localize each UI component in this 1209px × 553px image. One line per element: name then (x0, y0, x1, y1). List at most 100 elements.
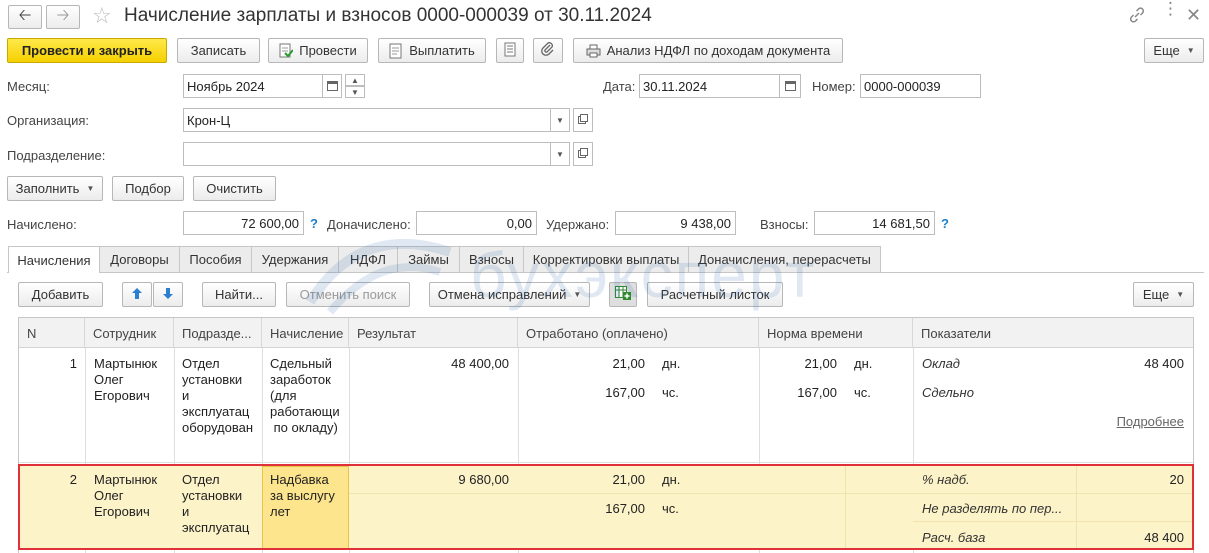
col-header-result[interactable]: Результат (349, 318, 518, 348)
department-line: Отдел (182, 356, 220, 371)
norm-days-unit: дн. (854, 356, 873, 371)
move-down-button[interactable] (153, 282, 183, 307)
caret-down-icon: ▼ (351, 87, 359, 97)
date-label: Дата: (603, 79, 636, 94)
post-document-icon (279, 43, 294, 59)
col-header-accrual[interactable]: Начисление (262, 318, 349, 348)
close-icon[interactable]: ✕ (1186, 5, 1201, 26)
month-up-button[interactable]: ▲ (345, 74, 365, 86)
withheld-label: Удержано: (546, 217, 610, 232)
tab-loans[interactable]: Займы (397, 246, 460, 272)
arrow-up-icon (131, 287, 143, 303)
cancel-corrections-button[interactable]: Отмена исправлений ▼ (429, 282, 590, 307)
department-label: Подразделение: (7, 148, 106, 163)
number-label: Номер: (812, 79, 856, 94)
arrow-down-icon (162, 287, 174, 303)
department-field[interactable] (183, 142, 551, 166)
more-details-link[interactable]: Подробнее (1080, 414, 1184, 430)
indicator-value: 48 400 (1144, 356, 1184, 371)
chevron-down-icon: ▼ (556, 115, 564, 125)
link-icon[interactable] (1128, 6, 1146, 24)
accrued-label: Начислено: (7, 217, 77, 232)
printer-icon (586, 44, 601, 58)
post-button[interactable]: Провести (268, 38, 368, 63)
col-header-employee[interactable]: Сотрудник (85, 318, 174, 348)
columns-settings-button[interactable] (609, 282, 637, 307)
accrual-line: заработок (270, 372, 331, 387)
accrual-line: Сдельный (270, 356, 332, 371)
list-icon (504, 42, 516, 60)
norm-hours-value: 167,00 (797, 385, 837, 400)
paperclip-icon (541, 42, 555, 59)
month-down-button[interactable]: ▼ (345, 86, 365, 98)
move-up-button[interactable] (122, 282, 152, 307)
worked-hours-value: 167,00 (605, 385, 645, 400)
select-button[interactable]: Подбор (112, 176, 184, 201)
row-number: 1 (69, 356, 77, 371)
accrual-line: работающи (270, 404, 340, 419)
col-header-department[interactable]: Подразде... (174, 318, 262, 348)
extra-accrued-field[interactable]: 0,00 (416, 211, 537, 235)
tab-accruals[interactable]: Начисления (8, 246, 100, 273)
more-actions-button[interactable]: Еще ▼ (1144, 38, 1204, 63)
accrued-field[interactable]: 72 600,00 (183, 211, 304, 235)
row-separator (19, 462, 1193, 463)
date-field[interactable]: 30.11.2024 (639, 74, 780, 98)
month-field[interactable]: Ноябрь 2024 (183, 74, 323, 98)
employee-line: Олег (94, 372, 124, 387)
chevron-down-icon: ▼ (1186, 46, 1195, 55)
back-button[interactable]: 🡠 (8, 5, 42, 29)
department-dropdown-button[interactable]: ▼ (550, 142, 570, 166)
organization-field[interactable]: Крон-Ц (183, 108, 551, 132)
organization-open-button[interactable] (573, 108, 593, 132)
forward-button[interactable]: 🡢 (46, 5, 80, 29)
post-and-close-button[interactable]: Провести и закрыть (7, 38, 167, 63)
organization-label: Организация: (7, 113, 90, 128)
save-button[interactable]: Записать (177, 38, 260, 63)
tab-payment-corrections[interactable]: Корректировки выплаты (523, 246, 689, 272)
number-field[interactable]: 0000-000039 (860, 74, 981, 98)
chevron-down-icon: ▼ (86, 184, 95, 193)
department-line: эксплуатац (182, 404, 250, 419)
tab-contracts[interactable]: Договоры (99, 246, 180, 272)
norm-hours-unit: чс. (854, 385, 871, 400)
fill-button[interactable]: Заполнить ▼ (7, 176, 103, 201)
contributions-field[interactable]: 14 681,50 (814, 211, 935, 235)
chevron-down-icon: ▼ (573, 290, 582, 299)
department-open-button[interactable] (573, 142, 593, 166)
chevron-down-icon: ▼ (1176, 290, 1185, 299)
col-header-worked[interactable]: Отработано (оплачено) (518, 318, 759, 348)
payment-document-icon (389, 43, 403, 59)
tab-deductions[interactable]: Удержания (251, 246, 339, 272)
col-header-norm[interactable]: Норма времени (759, 318, 913, 348)
ndfl-analysis-button[interactable]: Анализ НДФЛ по доходам документа (573, 38, 843, 63)
tab-recalculations[interactable]: Доначисления, перерасчеты (688, 246, 881, 272)
table-more-button[interactable]: Еще ▼ (1133, 282, 1194, 307)
find-button[interactable]: Найти... (202, 282, 276, 307)
month-calendar-button[interactable] (322, 74, 342, 98)
worked-hours-unit: чс. (662, 385, 679, 400)
accrued-help-icon[interactable]: ? (310, 216, 318, 231)
attach-file-button[interactable] (533, 38, 563, 63)
col-header-indicators[interactable]: Показатели (913, 318, 1193, 348)
indicator-name: Сдельно (922, 385, 974, 400)
favorite-star-icon[interactable]: ☆ (92, 3, 112, 29)
department-line: оборудован (182, 420, 254, 435)
col-header-n[interactable]: N (19, 318, 85, 348)
payslip-button[interactable]: Расчетный листок (647, 282, 783, 307)
cancel-search-button[interactable]: Отменить поиск (286, 282, 410, 307)
withheld-field[interactable]: 9 438,00 (615, 211, 736, 235)
pay-button[interactable]: Выплатить (378, 38, 486, 63)
tab-benefits[interactable]: Пособия (179, 246, 252, 272)
contributions-help-icon[interactable]: ? (941, 216, 949, 231)
clear-button[interactable]: Очистить (193, 176, 276, 201)
employee-line: Егорович (94, 388, 150, 403)
menu-dots-icon[interactable]: ⋮ (1162, 0, 1179, 17)
date-calendar-button[interactable] (779, 74, 801, 98)
register-list-button[interactable] (496, 38, 524, 63)
worked-days-value: 21,00 (612, 356, 645, 371)
add-row-button[interactable]: Добавить (18, 282, 103, 307)
tab-ndfl[interactable]: НДФЛ (338, 246, 398, 272)
organization-dropdown-button[interactable]: ▼ (550, 108, 570, 132)
tab-contributions[interactable]: Взносы (459, 246, 524, 272)
